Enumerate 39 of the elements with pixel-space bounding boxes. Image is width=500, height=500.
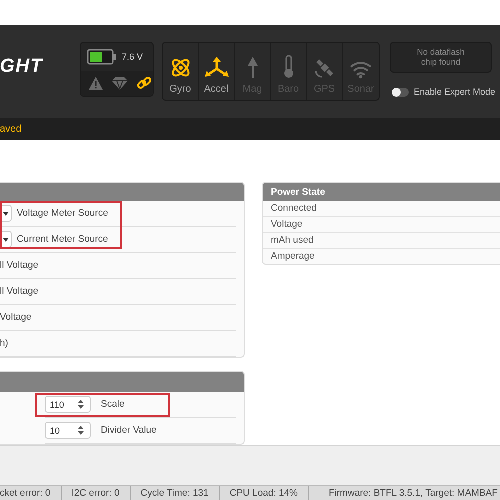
field-label: Voltage	[0, 312, 32, 323]
status-item: cket error: 0	[0, 486, 62, 500]
status-item: I2C error: 0	[62, 486, 131, 500]
compass-needle-icon	[246, 57, 258, 79]
status-item: Cycle Time: 131	[130, 486, 220, 500]
sensor-indicator: Gyro	[163, 43, 199, 100]
satellite-icon	[314, 57, 336, 79]
field-label: Current Meter Source	[17, 234, 108, 245]
number-field[interactable]: 10	[45, 422, 91, 439]
field-label: Voltage Meter Source	[17, 208, 108, 219]
caret-icon	[2, 212, 8, 216]
field-label: ll Voltage	[0, 260, 39, 271]
power-state-label: Voltage	[271, 219, 303, 230]
spinner-icon	[78, 426, 84, 435]
logo-text: GHT	[0, 56, 44, 78]
expert-mode-toggle[interactable]	[392, 88, 409, 96]
field-label: h)	[0, 338, 8, 349]
number-field[interactable]: 110	[45, 396, 91, 413]
battery-voltage: 7.6 V	[122, 52, 144, 62]
status-item: CPU Load: 14%	[220, 486, 309, 500]
status-item: Firmware: BTFL 3.5.1, Target: MAMBAF	[328, 487, 499, 500]
panel-title: Power State	[270, 186, 326, 198]
notice-text: aved	[0, 124, 22, 134]
expert-mode-label: Enable Expert Mode	[414, 87, 496, 97]
power-state-label: mAh used	[271, 235, 314, 246]
field-label: ll Voltage	[0, 286, 39, 297]
spinner-icon	[78, 400, 84, 409]
thermometer-icon	[282, 55, 294, 79]
power-state-label: Amperage	[271, 251, 315, 262]
dataflash-button[interactable]: No dataflash chip found	[390, 42, 492, 73]
sensor-indicator: Accel	[199, 43, 235, 100]
battery-icon	[87, 49, 117, 65]
field-label: Scale	[101, 399, 125, 410]
power-state-label: Connected	[271, 203, 317, 214]
atom-icon	[170, 57, 192, 79]
sonar-waves-icon	[349, 61, 373, 79]
axes-icon	[204, 57, 228, 79]
field-label: Divider Value	[101, 425, 157, 436]
caret-icon	[2, 238, 8, 242]
